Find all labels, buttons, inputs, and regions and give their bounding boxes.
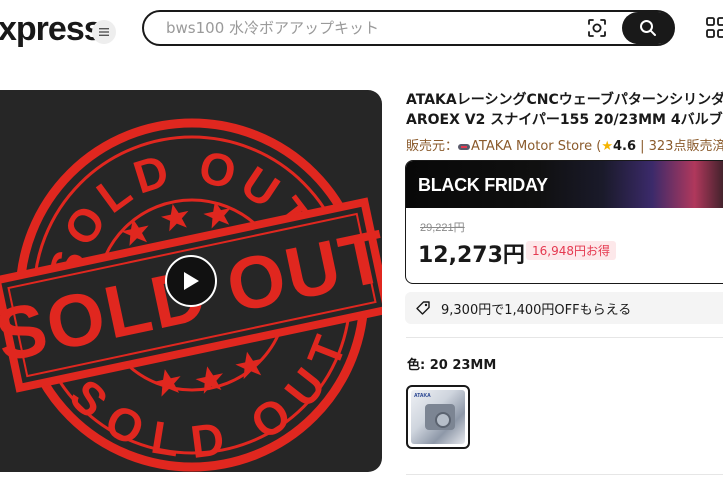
stamp-star-icon xyxy=(153,369,181,397)
sold-count: | 323点販売済 xyxy=(636,139,723,154)
search-input[interactable] xyxy=(166,18,566,38)
divider xyxy=(406,337,723,338)
hamburger-icon xyxy=(99,28,109,36)
seller-info: 販売元： ATAKA Motor Store (★4.6 | 323点販売済 xyxy=(406,135,723,154)
swatch-brand-text: ATAKA xyxy=(414,393,431,399)
product-title-line-1: ATAKAレーシングCNCウェーブパターンシリンダー xyxy=(406,92,723,108)
camera-scan-icon xyxy=(588,19,606,37)
stamp-star-icon xyxy=(235,351,263,380)
black-friday-text: BLACK FRIDAY xyxy=(418,175,548,195)
aliexpress-logo[interactable]: xpress xyxy=(0,10,103,49)
sale-price: 12,273円 xyxy=(418,243,525,268)
color-label: 色: 20 23MM xyxy=(407,358,497,373)
product-title: ATAKAレーシングCNCウェーブパターンシリンダー AROEX V2 スナイパ… xyxy=(406,90,723,130)
menu-button[interactable] xyxy=(92,20,116,44)
color-option-20-23mm[interactable]: ATAKA xyxy=(406,385,470,449)
coupon-offer[interactable]: 9,300円で1,400円OFFもらえる xyxy=(405,292,723,324)
product-title-line-2: AROEX V2 スナイパー155 20/23MM 4バルブ xyxy=(406,112,723,128)
search-icon xyxy=(640,20,656,36)
savings-badge: 16,948円お得 xyxy=(526,241,616,260)
coupon-text: 9,300円で1,400円OFFもらえる xyxy=(441,303,632,318)
search-button[interactable] xyxy=(622,12,674,44)
store-name-link[interactable]: ATAKA Motor Store ( xyxy=(471,139,601,154)
store-rating: 4.6 xyxy=(612,139,636,154)
apps-grid-icon[interactable] xyxy=(705,16,723,42)
video-play-button[interactable] xyxy=(165,255,217,307)
black-friday-banner: BLACK FRIDAY xyxy=(406,161,723,208)
star-icon: ★ xyxy=(601,139,613,154)
cylinder-bore-image xyxy=(435,412,451,428)
image-search-button[interactable] xyxy=(586,17,608,39)
seller-prefix: 販売元： xyxy=(406,139,459,154)
tag-icon xyxy=(416,301,430,315)
swatch-thumbnail: ATAKA xyxy=(411,390,465,444)
play-icon xyxy=(184,272,199,290)
store-badge-icon xyxy=(458,143,471,150)
original-price: 29,221円 xyxy=(420,222,465,234)
product-main-image[interactable]: SOLD OUT SOLD OUT SOLD OUT xyxy=(0,90,382,472)
divider xyxy=(406,474,723,475)
price-card: BLACK FRIDAY 29,221円 12,273円 16,948円お得 xyxy=(405,160,723,284)
